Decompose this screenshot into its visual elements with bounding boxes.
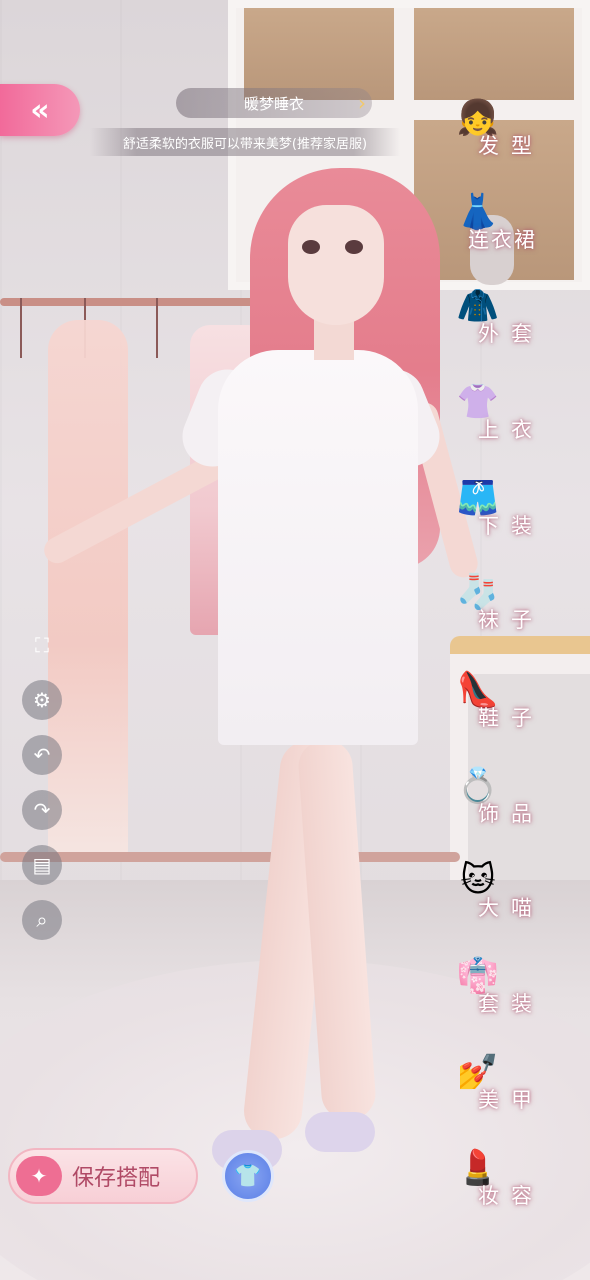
fullscreen-button[interactable]: ⛶ [22,625,62,665]
settings-icon: ⚙ [33,688,51,712]
back-button[interactable]: « [0,84,80,136]
character-slipper [305,1112,375,1152]
search-icon: ⌕ [36,908,48,932]
category-cat[interactable]: 🐱 大喵 [448,850,568,940]
character-face [288,205,384,325]
character-eye [302,240,320,254]
category-dress[interactable]: 👗 连衣裙 [448,182,568,272]
category-top[interactable]: 👚 上衣 [448,372,568,462]
category-outfit-set[interactable]: 👘 套装 [448,946,568,1036]
category-label: 袜子 [478,608,544,632]
category-nails[interactable]: 💅 美甲 [448,1042,568,1132]
hanger-icon: ▤ [32,853,52,877]
redo-button[interactable]: ↷ [22,790,62,830]
category-label: 上衣 [478,418,544,442]
outfit-title-bar[interactable]: 暖梦睡衣 › [176,88,372,118]
category-label: 妆容 [478,1184,544,1208]
category-hair[interactable]: 👧 发型 [448,88,568,178]
category-label: 外套 [478,322,544,346]
outfit-description: 舒适柔软的衣服可以带来美梦(推荐家居服) [122,136,368,152]
category-label: 下装 [478,514,544,538]
double-chevron-left-icon: « [30,92,50,128]
zoom-button[interactable]: ⌕ [22,900,62,940]
chevron-right-icon: › [358,91,366,115]
category-label: 美甲 [478,1088,544,1112]
character-nightshirt [218,350,418,745]
category-makeup[interactable]: 💄 妆容 [448,1138,568,1228]
category-socks[interactable]: 🧦 袜子 [448,562,568,652]
category-label: 发型 [478,134,544,158]
undo-button[interactable]: ↶ [22,735,62,775]
save-outfit-button[interactable]: ✦ 保存搭配 [8,1148,198,1204]
wardrobe-button[interactable]: ▤ [22,845,62,885]
undo-icon: ↶ [33,743,51,767]
category-bottoms[interactable]: 🩳 下装 [448,468,568,558]
category-label: 连衣裙 [468,228,537,252]
redo-icon: ↷ [33,798,51,822]
fullscreen-icon: ⛶ [35,633,49,657]
outfit-title: 暖梦睡衣 [243,94,304,113]
outfit-description-bar: 舒适柔软的衣服可以带来美梦(推荐家居服) [90,128,400,156]
category-label: 套装 [478,992,544,1016]
category-label: 鞋子 [478,706,544,730]
shirt-icon: 👕 [234,1163,262,1189]
save-sparkle-icon: ✦ [16,1156,62,1196]
character-eye [345,240,363,254]
category-label: 饰品 [478,802,544,826]
save-outfit-label: 保存搭配 [72,1166,161,1191]
category-menu: 👧 发型 👗 连衣裙 🧥 外套 👚 上衣 🩳 下装 🧦 袜子 👠 鞋子 💍 饰品… [450,80,590,1280]
category-label: 大喵 [478,896,544,920]
settings-button[interactable]: ⚙ [22,680,62,720]
category-accessories[interactable]: 💍 饰品 [448,756,568,846]
category-shoes[interactable]: 👠 鞋子 [448,660,568,750]
category-coat[interactable]: 🧥 外套 [448,276,568,366]
outfit-preview-button[interactable]: 👕 [222,1150,274,1202]
